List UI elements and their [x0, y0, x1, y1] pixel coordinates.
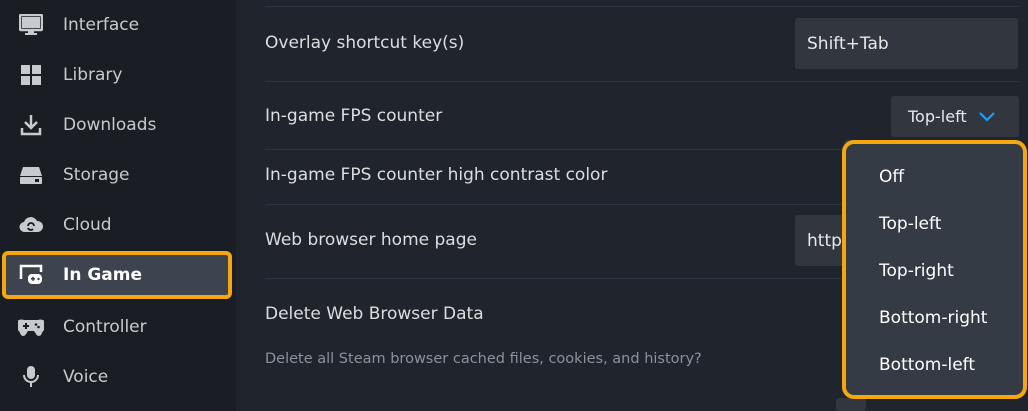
sidebar-item-downloads[interactable]: Downloads — [6, 104, 228, 146]
sidebar-item-label: Library — [63, 65, 123, 85]
browser-home-label: Web browser home page — [265, 230, 477, 250]
fps-counter-value: Top-left — [908, 107, 967, 126]
sidebar-item-label: Interface — [63, 15, 140, 35]
gamepad-window-icon — [18, 262, 44, 288]
delete-browser-data-button[interactable] — [836, 398, 866, 411]
menu-option-top-right[interactable]: Top-right — [879, 261, 954, 281]
cloud-sync-icon — [18, 212, 44, 238]
sidebar-item-label: Storage — [63, 165, 130, 185]
menu-option-bottom-right[interactable]: Bottom-right — [879, 308, 987, 328]
sidebar-item-cloud[interactable]: Cloud — [6, 204, 228, 246]
drive-icon — [18, 162, 44, 188]
grid-icon — [18, 62, 44, 88]
fps-counter-label: In-game FPS counter — [265, 106, 443, 126]
fps-counter-dropdown[interactable]: Top-left — [891, 96, 1019, 137]
sidebar-item-label: Voice — [63, 367, 109, 387]
fps-high-contrast-label: In-game FPS counter high contrast color — [265, 165, 608, 185]
sidebar-item-in-game[interactable]: In Game — [2, 251, 232, 299]
menu-option-off[interactable]: Off — [879, 167, 904, 187]
chevron-down-icon — [978, 111, 995, 122]
sidebar-item-label: Cloud — [63, 215, 112, 235]
sidebar-item-interface[interactable]: Interface — [6, 4, 228, 46]
sidebar-item-label: In Game — [63, 265, 143, 285]
controller-icon — [18, 314, 44, 340]
microphone-icon — [18, 364, 44, 390]
sidebar-item-voice[interactable]: Voice — [6, 356, 228, 398]
menu-option-top-left[interactable]: Top-left — [879, 214, 941, 234]
monitor-icon — [18, 12, 44, 38]
fps-counter-menu: Off Top-left Top-right Bottom-right Bott… — [842, 140, 1027, 399]
settings-sidebar: Interface Library Downloads Storage Clou… — [0, 0, 236, 411]
overlay-shortcut-label: Overlay shortcut key(s) — [265, 33, 465, 53]
download-icon — [18, 112, 44, 138]
menu-option-bottom-left[interactable]: Bottom-left — [879, 355, 975, 375]
sidebar-item-label: Downloads — [63, 115, 157, 135]
sidebar-item-label: Controller — [63, 317, 147, 337]
sidebar-item-storage[interactable]: Storage — [6, 154, 228, 196]
overlay-shortcut-field[interactable]: Shift+Tab — [795, 18, 1018, 69]
sidebar-item-controller[interactable]: Controller — [6, 306, 228, 348]
delete-browser-data-description: Delete all Steam browser cached files, c… — [265, 351, 702, 367]
delete-browser-data-label: Delete Web Browser Data — [265, 304, 484, 324]
sidebar-item-library[interactable]: Library — [6, 54, 228, 96]
